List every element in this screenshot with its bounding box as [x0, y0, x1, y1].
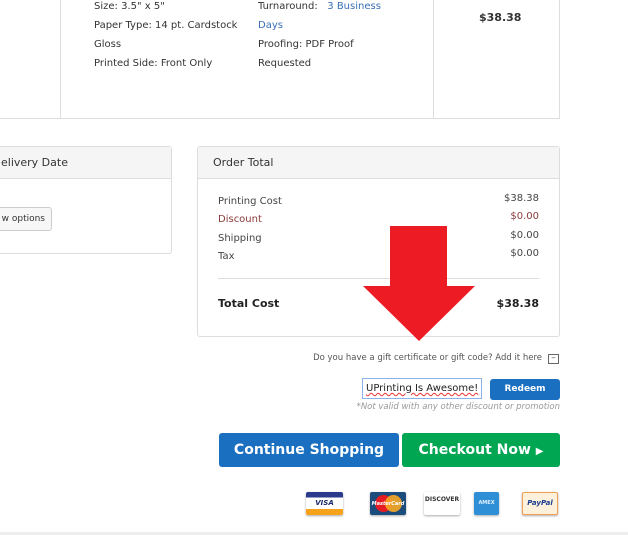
- visa-icon: VISA: [306, 492, 343, 515]
- caret-right-icon: ▶: [535, 446, 544, 457]
- row-value: $0.00: [510, 248, 539, 259]
- table-divider: [0, 118, 560, 119]
- cost-row: Discount $0.00: [218, 211, 539, 225]
- checkout-label: Checkout Now: [418, 442, 531, 458]
- card-label: PayPal: [527, 499, 553, 507]
- continue-shopping-button[interactable]: Continue Shopping: [219, 433, 399, 467]
- row-value: $0.00: [510, 211, 539, 222]
- row-label: Shipping: [218, 233, 262, 244]
- gift-code-input[interactable]: UPrinting Is Awesome!: [362, 378, 482, 399]
- table-divider: [559, 0, 560, 118]
- row-label: Discount: [218, 214, 262, 225]
- row-label: Tax: [218, 251, 235, 262]
- card-label: AMEX: [478, 500, 495, 506]
- amex-icon: AMEX: [474, 492, 499, 515]
- red-arrow-annotation: [363, 226, 475, 341]
- spec-paper: Paper Type: 14 pt. Cardstock: [94, 20, 238, 31]
- total-label: Total Cost: [218, 297, 280, 310]
- total-value: $38.38: [496, 297, 539, 310]
- product-specs-right: Turnaround: 3 Business Days Proofing: PD…: [258, 0, 381, 73]
- spec-paper-finish: Gloss: [94, 39, 122, 50]
- table-divider: [433, 0, 434, 118]
- mastercard-icon: MasterCard: [370, 492, 406, 515]
- turnaround-value-cont: Days: [258, 20, 283, 31]
- spec-size: Size: 3.5" x 5": [94, 1, 165, 12]
- item-price: $38.38: [479, 11, 522, 24]
- card-label: MasterCard: [371, 501, 405, 507]
- product-specs-left: Size: 3.5" x 5" Paper Type: 14 pt. Cards…: [94, 0, 237, 73]
- delivery-date-panel: elivery Date w options: [0, 146, 172, 254]
- spec-printed-side: Printed Side: Front Only: [94, 58, 213, 69]
- card-label: VISA: [315, 499, 334, 507]
- turnaround-value: 3 Business: [327, 1, 381, 12]
- panel-title: elivery Date: [0, 147, 171, 179]
- proofing: Proofing: PDF Proof: [258, 39, 354, 50]
- view-options-button[interactable]: w options: [0, 207, 52, 231]
- input-value: UPrinting Is Awesome!: [366, 383, 479, 394]
- table-divider: [60, 0, 61, 118]
- gift-code-prompt: Do you have a gift certificate or gift c…: [313, 353, 542, 363]
- collapse-icon[interactable]: –: [548, 354, 559, 364]
- redeem-button[interactable]: Redeem: [490, 379, 560, 400]
- discover-icon: DISCOVER: [424, 492, 460, 515]
- card-label: DISCOVER: [424, 496, 460, 503]
- panel-title: Order Total: [198, 147, 559, 179]
- row-value: $0.00: [510, 230, 539, 241]
- checkout-now-button[interactable]: Checkout Now ▶: [402, 433, 560, 467]
- gift-code-note: *Not valid with any other discount or pr…: [356, 402, 560, 412]
- proofing-cont: Requested: [258, 58, 312, 69]
- row-label: Printing Cost: [218, 196, 282, 207]
- row-value: $38.38: [504, 193, 539, 204]
- paypal-icon: PayPal: [522, 492, 558, 515]
- turnaround-label: Turnaround:: [258, 1, 318, 12]
- cost-row: Printing Cost $38.38: [218, 193, 539, 207]
